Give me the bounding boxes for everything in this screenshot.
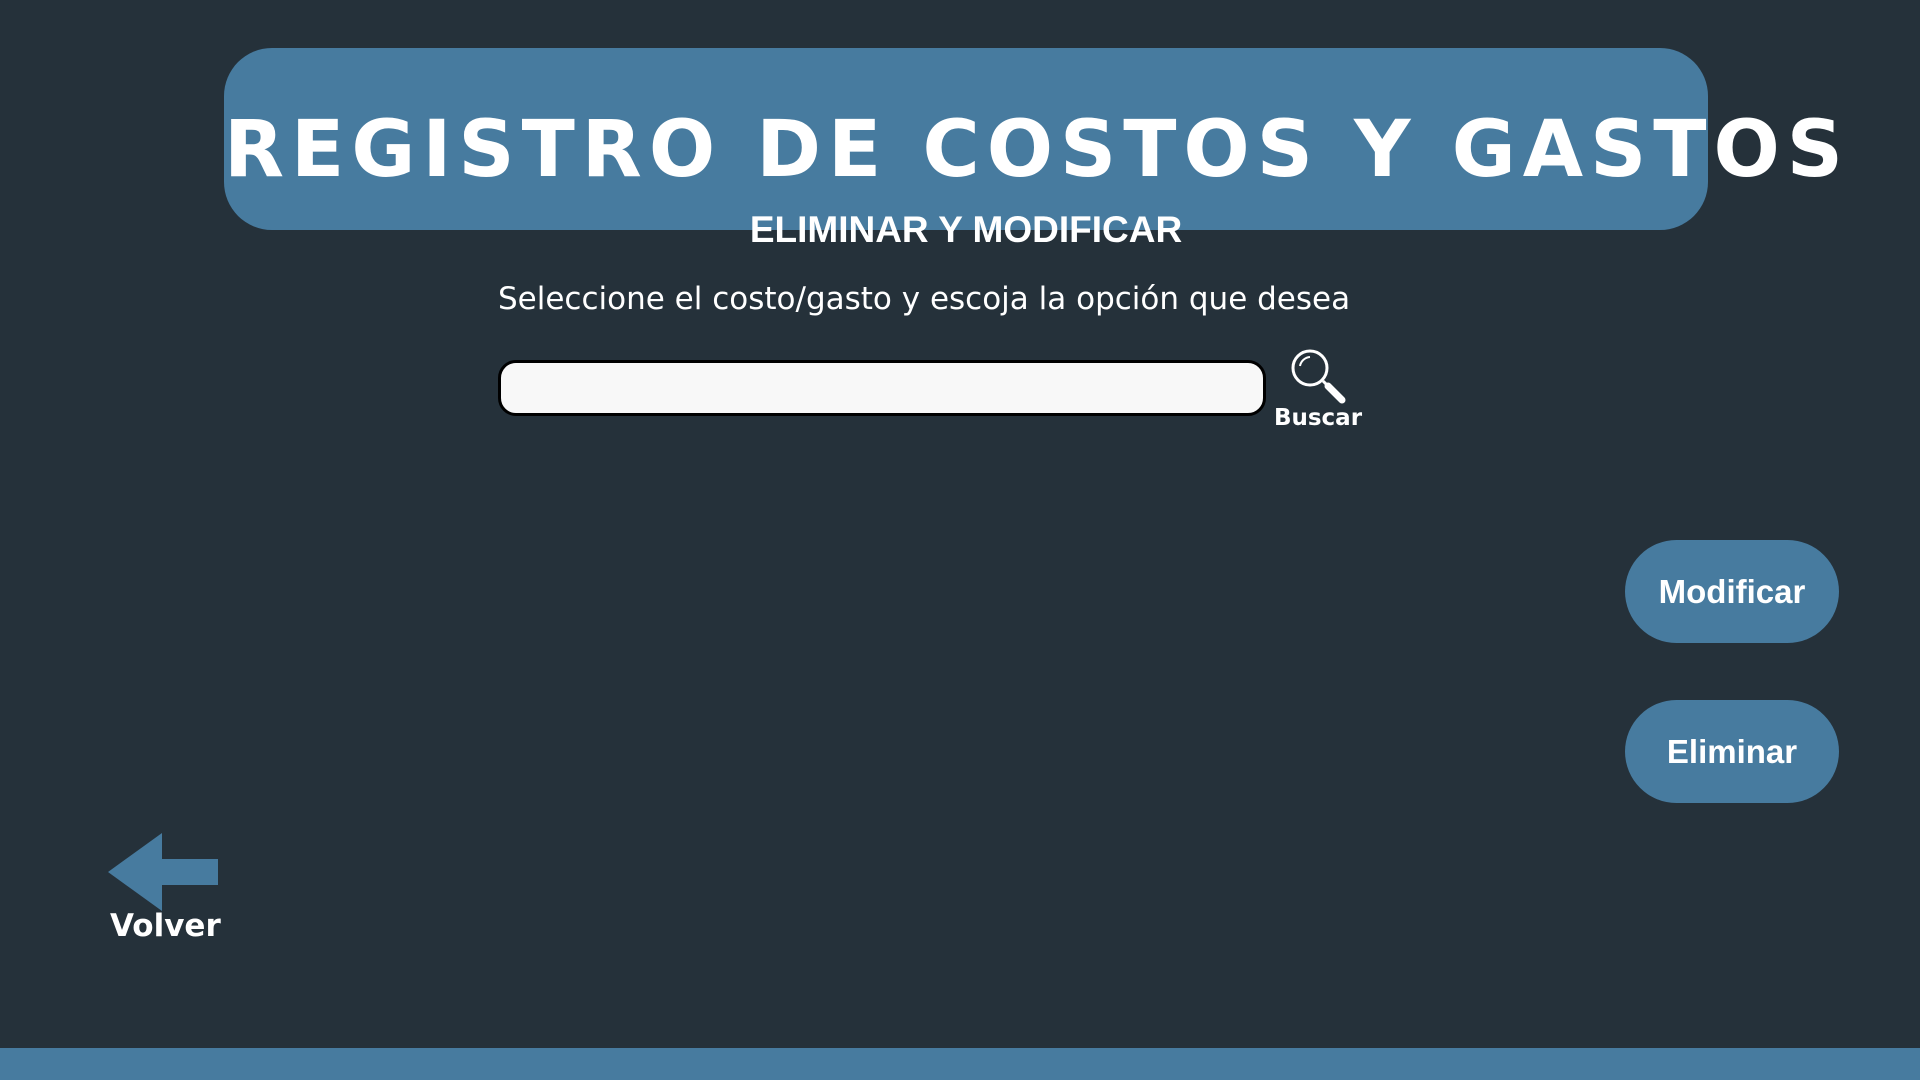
search-input[interactable]	[498, 360, 1266, 416]
modify-button[interactable]: Modificar	[1625, 540, 1839, 643]
instruction-text: Seleccione el costo/gasto y escoja la op…	[498, 281, 1351, 317]
search-button-label: Buscar	[1273, 405, 1363, 431]
header-banner: REGISTRO DE COSTOS Y GASTOS ELIMINAR Y M…	[224, 48, 1850, 250]
back-button-label: Volver	[110, 908, 221, 944]
page-title: REGISTRO DE COSTOS Y GASTOS	[224, 105, 1850, 195]
search-button[interactable]: Buscar	[1268, 344, 1368, 432]
delete-button[interactable]: Eliminar	[1625, 700, 1839, 803]
back-button[interactable]: Volver	[100, 830, 230, 950]
arrow-left-icon	[108, 833, 218, 911]
page-subtitle: ELIMINAR Y MODIFICAR	[749, 209, 1183, 250]
footer-bar	[0, 1048, 1920, 1080]
search-icon	[1291, 349, 1346, 404]
